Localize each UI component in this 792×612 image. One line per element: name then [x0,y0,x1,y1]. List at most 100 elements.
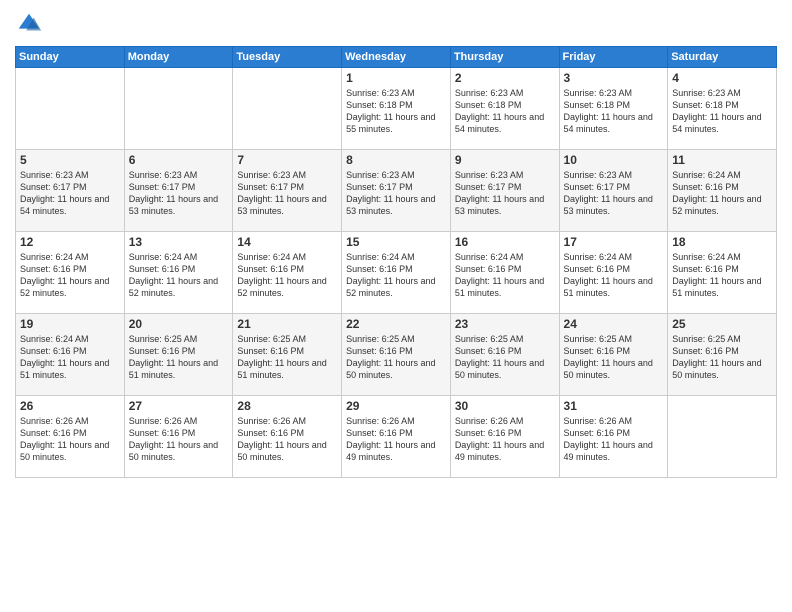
day-number: 13 [129,235,229,249]
day-number: 14 [237,235,337,249]
day-number: 7 [237,153,337,167]
calendar-day-cell: 16Sunrise: 6:24 AM Sunset: 6:16 PM Dayli… [450,232,559,314]
calendar-day-cell: 20 Sunrise: 6:25 AM Sunset: 6:16 PM Dayli… [124,314,233,396]
day-number: 24 [564,317,664,331]
day-number: 5 [20,153,120,167]
header [15,10,777,38]
logo-icon [15,10,43,38]
calendar-day-cell: 23 Sunrise: 6:25 AM Sunset: 6:16 PM Dayli… [450,314,559,396]
day-info: Sunrise: 6:23 AM Sunset: 6:17 PM Dayligh… [237,169,337,218]
calendar-table: SundayMondayTuesdayWednesdayThursdayFrid… [15,46,777,478]
calendar-day-cell: 2Sunrise: 6:23 AM Sunset: 6:18 PM Daylig… [450,68,559,150]
calendar-weekday-header: Wednesday [342,47,451,68]
calendar-day-cell: 1 Sunrise: 6:23 AM Sunset: 6:18 PM Daylig… [342,68,451,150]
day-number: 8 [346,153,446,167]
calendar-day-cell: 12 Sunrise: 6:24 AM Sunset: 6:16 PM Dayli… [16,232,125,314]
day-number: 17 [564,235,664,249]
day-info: Sunrise: 6:23 AM Sunset: 6:17 PM Dayligh… [346,169,446,218]
calendar-week-row: 26 Sunrise: 6:26 AM Sunset: 6:16 PM Dayli… [16,396,777,478]
calendar-day-cell [16,68,125,150]
calendar-day-cell [124,68,233,150]
day-number: 1 [346,71,446,85]
day-number: 9 [455,153,555,167]
day-info: Sunrise: 6:26 AM Sunset: 6:16 PM Dayligh… [346,415,446,464]
day-info: Sunrise: 6:25 AM Sunset: 6:16 PM Dayligh… [672,333,772,382]
calendar-day-cell: 9 Sunrise: 6:23 AM Sunset: 6:17 PM Daylig… [450,150,559,232]
calendar-day-cell: 21 Sunrise: 6:25 AM Sunset: 6:16 PM Dayli… [233,314,342,396]
day-info: Sunrise: 6:23 AM Sunset: 6:17 PM Dayligh… [20,169,120,218]
page: SundayMondayTuesdayWednesdayThursdayFrid… [0,0,792,612]
day-info: Sunrise: 6:25 AM Sunset: 6:16 PM Dayligh… [564,333,664,382]
day-info: Sunrise: 6:23 AM Sunset: 6:18 PM Dayligh… [455,87,555,136]
calendar-day-cell: 30 Sunrise: 6:26 AM Sunset: 6:16 PM Dayli… [450,396,559,478]
day-info: Sunrise: 6:25 AM Sunset: 6:16 PM Dayligh… [455,333,555,382]
day-number: 11 [672,153,772,167]
calendar-day-cell: 17Sunrise: 6:24 AM Sunset: 6:16 PM Dayli… [559,232,668,314]
day-info: Sunrise: 6:23 AM Sunset: 6:17 PM Dayligh… [455,169,555,218]
day-info: Sunrise: 6:25 AM Sunset: 6:16 PM Dayligh… [129,333,229,382]
day-info: Sunrise: 6:24 AM Sunset: 6:16 PM Dayligh… [672,251,772,300]
day-number: 28 [237,399,337,413]
day-number: 30 [455,399,555,413]
day-number: 12 [20,235,120,249]
calendar-weekday-header: Saturday [668,47,777,68]
calendar-day-cell: 22Sunrise: 6:25 AM Sunset: 6:16 PM Dayli… [342,314,451,396]
day-info: Sunrise: 6:23 AM Sunset: 6:18 PM Dayligh… [564,87,664,136]
day-info: Sunrise: 6:23 AM Sunset: 6:18 PM Dayligh… [346,87,446,136]
calendar-day-cell: 24 Sunrise: 6:25 AM Sunset: 6:16 PM Dayli… [559,314,668,396]
day-info: Sunrise: 6:26 AM Sunset: 6:16 PM Dayligh… [20,415,120,464]
calendar-day-cell: 29 Sunrise: 6:26 AM Sunset: 6:16 PM Dayli… [342,396,451,478]
calendar-weekday-header: Friday [559,47,668,68]
day-info: Sunrise: 6:24 AM Sunset: 6:16 PM Dayligh… [129,251,229,300]
day-info: Sunrise: 6:24 AM Sunset: 6:16 PM Dayligh… [672,169,772,218]
day-info: Sunrise: 6:24 AM Sunset: 6:16 PM Dayligh… [346,251,446,300]
day-info: Sunrise: 6:25 AM Sunset: 6:16 PM Dayligh… [346,333,446,382]
calendar-day-cell: 8 Sunrise: 6:23 AM Sunset: 6:17 PM Daylig… [342,150,451,232]
calendar-day-cell: 18 Sunrise: 6:24 AM Sunset: 6:16 PM Dayli… [668,232,777,314]
calendar-weekday-header: Monday [124,47,233,68]
day-number: 6 [129,153,229,167]
day-number: 19 [20,317,120,331]
day-info: Sunrise: 6:25 AM Sunset: 6:16 PM Dayligh… [237,333,337,382]
calendar-day-cell: 14 Sunrise: 6:24 AM Sunset: 6:16 PM Dayli… [233,232,342,314]
day-number: 29 [346,399,446,413]
calendar-day-cell: 26 Sunrise: 6:26 AM Sunset: 6:16 PM Dayli… [16,396,125,478]
calendar-day-cell: 25 Sunrise: 6:25 AM Sunset: 6:16 PM Dayli… [668,314,777,396]
calendar-header-row: SundayMondayTuesdayWednesdayThursdayFrid… [16,47,777,68]
day-number: 25 [672,317,772,331]
day-number: 23 [455,317,555,331]
day-number: 21 [237,317,337,331]
calendar-week-row: 19 Sunrise: 6:24 AM Sunset: 6:16 PM Dayli… [16,314,777,396]
day-info: Sunrise: 6:24 AM Sunset: 6:16 PM Dayligh… [237,251,337,300]
day-info: Sunrise: 6:24 AM Sunset: 6:16 PM Dayligh… [20,333,120,382]
day-number: 15 [346,235,446,249]
day-number: 16 [455,235,555,249]
day-info: Sunrise: 6:23 AM Sunset: 6:17 PM Dayligh… [564,169,664,218]
day-info: Sunrise: 6:26 AM Sunset: 6:16 PM Dayligh… [237,415,337,464]
day-info: Sunrise: 6:26 AM Sunset: 6:16 PM Dayligh… [564,415,664,464]
day-info: Sunrise: 6:26 AM Sunset: 6:16 PM Dayligh… [129,415,229,464]
day-number: 27 [129,399,229,413]
day-info: Sunrise: 6:24 AM Sunset: 6:16 PM Dayligh… [20,251,120,300]
calendar-weekday-header: Tuesday [233,47,342,68]
calendar-weekday-header: Sunday [16,47,125,68]
day-info: Sunrise: 6:26 AM Sunset: 6:16 PM Dayligh… [455,415,555,464]
day-number: 3 [564,71,664,85]
day-info: Sunrise: 6:23 AM Sunset: 6:17 PM Dayligh… [129,169,229,218]
day-number: 18 [672,235,772,249]
calendar-day-cell: 4Sunrise: 6:23 AM Sunset: 6:18 PM Daylig… [668,68,777,150]
calendar-day-cell: 13 Sunrise: 6:24 AM Sunset: 6:16 PM Dayli… [124,232,233,314]
calendar-day-cell: 5 Sunrise: 6:23 AM Sunset: 6:17 PM Daylig… [16,150,125,232]
day-number: 31 [564,399,664,413]
calendar-day-cell: 28 Sunrise: 6:26 AM Sunset: 6:16 PM Dayli… [233,396,342,478]
logo [15,10,47,38]
day-number: 26 [20,399,120,413]
calendar-week-row: 12 Sunrise: 6:24 AM Sunset: 6:16 PM Dayli… [16,232,777,314]
calendar-day-cell: 6 Sunrise: 6:23 AM Sunset: 6:17 PM Daylig… [124,150,233,232]
day-info: Sunrise: 6:23 AM Sunset: 6:18 PM Dayligh… [672,87,772,136]
calendar-day-cell: 27 Sunrise: 6:26 AM Sunset: 6:16 PM Dayli… [124,396,233,478]
calendar-day-cell: 7 Sunrise: 6:23 AM Sunset: 6:17 PM Daylig… [233,150,342,232]
calendar-day-cell: 10Sunrise: 6:23 AM Sunset: 6:17 PM Dayli… [559,150,668,232]
calendar-day-cell: 15 Sunrise: 6:24 AM Sunset: 6:16 PM Dayli… [342,232,451,314]
day-number: 20 [129,317,229,331]
